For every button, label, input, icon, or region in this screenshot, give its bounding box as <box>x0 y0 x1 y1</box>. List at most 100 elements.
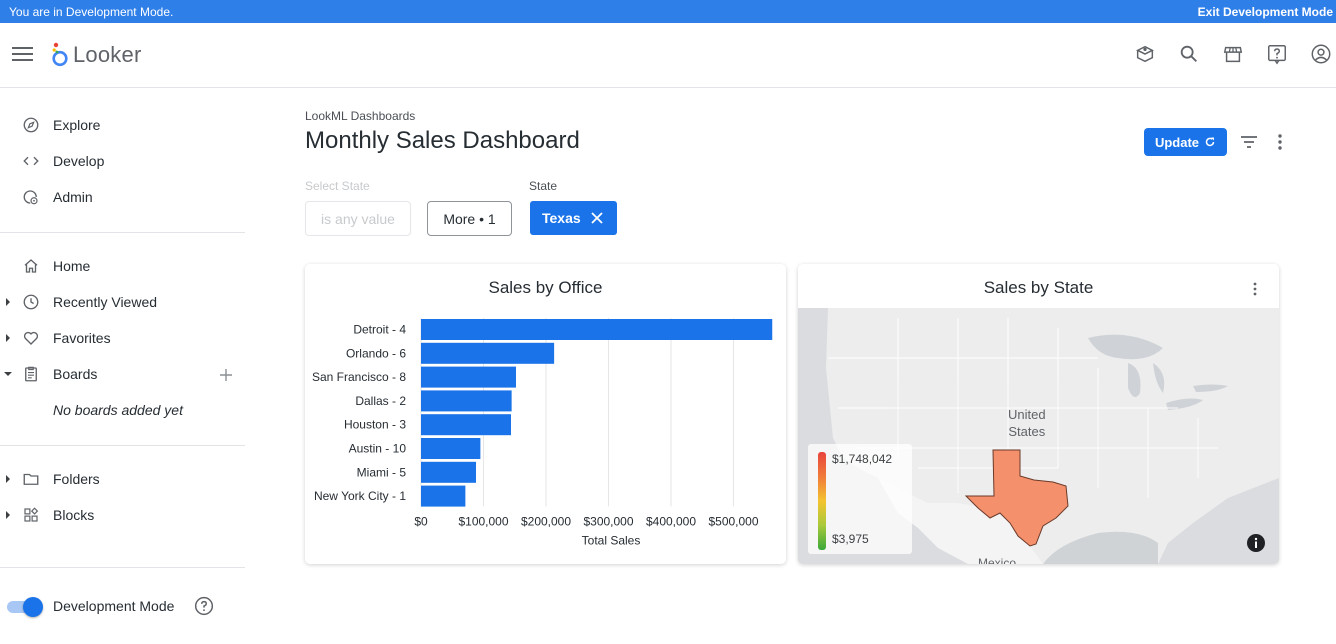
account-icon[interactable] <box>1310 43 1332 65</box>
menu-icon[interactable] <box>12 47 33 63</box>
help-circle-icon[interactable] <box>194 596 214 616</box>
sidebar-item-label: Recently Viewed <box>53 294 158 310</box>
map-label-mexico: Mexico <box>978 556 1017 564</box>
x-tick-label: $200,000 <box>521 514 571 528</box>
update-button[interactable]: Update <box>1144 128 1227 156</box>
sidebar-item-label: Folders <box>53 471 100 487</box>
state-filter-label: State <box>529 179 558 193</box>
map-label-country: United States <box>1008 407 1046 439</box>
x-tick-label: $0 <box>414 514 428 528</box>
x-tick-label: $100,000 <box>458 514 508 528</box>
code-icon <box>23 156 39 166</box>
info-icon[interactable] <box>1246 533 1266 553</box>
sales-by-office-tile: Sales by Office Detroit - 4 Orlando - 6 Sa… <box>305 264 786 564</box>
bar[interactable] <box>421 485 466 507</box>
category-label: Houston - 3 <box>344 418 406 432</box>
board-icon <box>25 366 37 382</box>
dev-mode-label: Development Mode <box>53 598 175 614</box>
caret-right-icon[interactable] <box>4 511 12 519</box>
sidebar-divider <box>0 445 245 446</box>
select-state-label: Select State <box>305 179 370 193</box>
map-legend: $1,748,042 $3,975 <box>808 444 912 554</box>
sidebar-item-label: Favorites <box>53 330 111 346</box>
sidebar-item-folders[interactable]: Folders <box>0 461 245 497</box>
sidebar-divider <box>0 567 245 568</box>
caret-right-icon[interactable] <box>4 475 12 483</box>
bar[interactable] <box>421 366 516 388</box>
caret-right-icon[interactable] <box>4 334 12 342</box>
compass-icon <box>23 117 39 133</box>
sidebar-item-label: Develop <box>53 153 105 169</box>
category-label: Orlando - 6 <box>346 346 406 360</box>
dev-mode-banner: You are in Development Mode. Exit Develo… <box>0 0 1336 23</box>
state-chip-label: Texas <box>542 210 581 226</box>
tile-title: Sales by State <box>983 278 1094 297</box>
sidebar-item-label: Home <box>53 258 91 274</box>
sidebar-item-develop[interactable]: Develop <box>0 143 245 179</box>
dev-mode-toggle[interactable] <box>7 596 43 617</box>
sidebar-item-admin[interactable]: Admin <box>0 179 245 215</box>
sidebar-item-favorites[interactable]: Favorites <box>0 320 245 356</box>
bar[interactable] <box>421 319 773 340</box>
bar[interactable] <box>421 390 512 412</box>
heart-icon <box>23 331 39 345</box>
sales-by-office-chart: Detroit - 4 Orlando - 6 San Francisco - 8 D… <box>312 318 773 547</box>
sidebar-item-label: Boards <box>53 366 98 382</box>
admin-icon <box>23 190 38 205</box>
blocks-icon <box>24 507 39 522</box>
state-filter-chip[interactable]: Texas <box>530 201 617 235</box>
caret-right-icon[interactable] <box>4 298 12 306</box>
legend-max-value: $1,748,042 <box>832 452 893 466</box>
help-icon[interactable] <box>1266 43 1288 65</box>
learn-icon[interactable] <box>1134 43 1156 65</box>
search-icon[interactable] <box>1178 43 1200 65</box>
sales-by-state-tile: Sales by State United States Mexico $1,7… <box>798 264 1279 564</box>
x-tick-label: $300,000 <box>583 514 633 528</box>
category-label: Austin - 10 <box>349 442 407 456</box>
category-label: Dallas - 2 <box>355 394 406 408</box>
bar[interactable] <box>421 342 555 364</box>
folder-icon <box>23 473 39 485</box>
exit-dev-mode-link[interactable]: Exit Development Mode <box>1198 5 1333 19</box>
add-board-icon[interactable] <box>219 368 233 382</box>
breadcrumb[interactable]: LookML Dashboards <box>305 109 415 123</box>
x-tick-label: $400,000 <box>646 514 696 528</box>
caret-down-icon[interactable] <box>4 370 12 378</box>
more-filters-button[interactable]: More • 1 <box>427 201 512 236</box>
legend-min-value: $3,975 <box>832 532 869 546</box>
looker-logo[interactable]: Looker <box>51 42 141 68</box>
sidebar-item-label: Admin <box>53 189 93 205</box>
top-header: Looker <box>0 23 1336 88</box>
page-title: Monthly Sales Dashboard <box>305 127 580 154</box>
sidebar-item-label: Blocks <box>53 507 95 523</box>
state-map[interactable]: United States Mexico $1,748,042 $3,975 <box>798 308 1279 564</box>
sidebar-item-blocks[interactable]: Blocks <box>0 497 245 533</box>
bar[interactable] <box>421 461 476 483</box>
dashboard-menu-icon[interactable] <box>1274 132 1286 152</box>
refresh-icon <box>1205 137 1215 147</box>
sidebar-item-home[interactable]: Home <box>0 248 245 284</box>
sidebar-divider <box>0 232 245 233</box>
sidebar-item-boards[interactable]: Boards <box>0 356 245 392</box>
sidebar-item-label: Explore <box>53 117 101 133</box>
category-label: San Francisco - 8 <box>312 370 406 384</box>
bar[interactable] <box>421 414 511 436</box>
bar[interactable] <box>421 438 481 459</box>
sidebar-item-recently-viewed[interactable]: Recently Viewed <box>0 284 245 320</box>
category-label: Miami - 5 <box>357 465 407 479</box>
x-tick-label: $500,000 <box>708 514 758 528</box>
update-button-label: Update <box>1154 134 1200 150</box>
no-boards-message: No boards added yet <box>53 402 183 418</box>
home-icon <box>24 259 38 273</box>
category-label: New York City - 1 <box>314 489 406 503</box>
tile-menu-icon[interactable] <box>1251 281 1259 297</box>
remove-filter-icon[interactable] <box>591 212 603 224</box>
looker-logo-icon <box>52 42 68 67</box>
clock-icon <box>23 294 39 310</box>
filter-icon[interactable] <box>1240 134 1258 150</box>
dev-mode-notice: You are in Development Mode. <box>9 4 174 19</box>
select-state-filter[interactable]: is any value <box>305 201 411 236</box>
marketplace-icon[interactable] <box>1222 43 1244 65</box>
x-axis-title: Total Sales <box>582 533 641 547</box>
sidebar-item-explore[interactable]: Explore <box>0 107 245 143</box>
